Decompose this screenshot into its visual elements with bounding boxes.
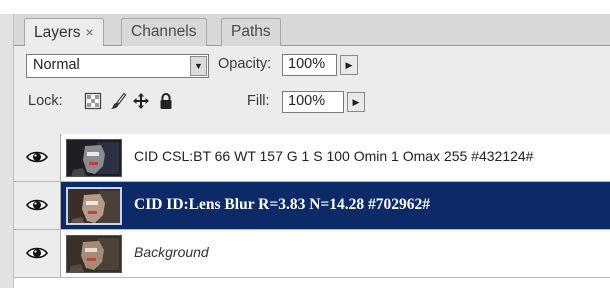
layer-name[interactable]: CID ID:Lens Blur R=3.83 N=14.28 #702962# — [134, 196, 430, 214]
panel-tabs: Layers × Channels Paths — [14, 14, 610, 47]
lock-label: Lock: — [28, 93, 63, 109]
lock-all-padlock-icon[interactable] — [157, 92, 175, 110]
visibility-toggle[interactable] — [14, 230, 61, 277]
tab-channels-label: Channels — [131, 23, 197, 40]
layers-list: CID CSL:BT 66 WT 157 G 1 S 100 Omin 1 Om… — [14, 134, 610, 288]
layer-row-selected[interactable]: CID ID:Lens Blur R=3.83 N=14.28 #702962# — [14, 182, 610, 230]
layer-options: Normal ▼ Opacity: 100% ▶ Lock: Fill: 100… — [14, 46, 610, 134]
fill-field[interactable]: 100% — [282, 91, 344, 113]
layer-row-background[interactable]: Background — [14, 230, 610, 278]
tab-channels[interactable]: Channels — [121, 18, 207, 46]
opacity-slider-arrow-icon[interactable]: ▶ — [340, 55, 358, 75]
fill-label: Fill: — [247, 93, 270, 109]
blend-mode-value: Normal — [33, 57, 80, 73]
tab-layers[interactable]: Layers × — [24, 18, 104, 47]
layers-panel: Layers × Channels Paths Normal ▼ Opacity:… — [0, 0, 610, 288]
opacity-label: Opacity: — [218, 56, 272, 72]
layer-thumbnail — [66, 235, 122, 273]
opacity-field[interactable]: 100% — [282, 54, 337, 76]
tab-layers-label: Layers — [34, 24, 81, 41]
visibility-toggle[interactable] — [14, 134, 61, 181]
fill-slider-arrow-icon[interactable]: ▶ — [347, 92, 365, 112]
chevron-down-icon[interactable]: ▼ — [190, 56, 207, 76]
lock-transparent-pixels-icon[interactable] — [84, 92, 102, 110]
tab-paths-label: Paths — [231, 23, 271, 40]
layer-name[interactable]: CID CSL:BT 66 WT 157 G 1 S 100 Omin 1 Om… — [134, 148, 533, 164]
layer-thumbnail — [66, 139, 122, 177]
blend-mode-select[interactable]: Normal ▼ — [26, 54, 209, 78]
lock-image-pixels-brush-icon[interactable] — [109, 92, 127, 110]
tab-paths[interactable]: Paths — [221, 18, 281, 46]
panel-left-edge — [0, 14, 14, 288]
visibility-toggle[interactable] — [14, 182, 61, 229]
eye-icon — [26, 199, 48, 211]
layer-thumbnail — [66, 187, 122, 225]
top-strip — [0, 0, 610, 14]
close-icon[interactable]: × — [86, 24, 94, 40]
eye-icon — [26, 151, 48, 163]
layer-name[interactable]: Background — [134, 244, 209, 260]
lock-position-move-icon[interactable] — [132, 92, 150, 110]
eye-icon — [26, 247, 48, 259]
layer-row[interactable]: CID CSL:BT 66 WT 157 G 1 S 100 Omin 1 Om… — [14, 134, 610, 182]
